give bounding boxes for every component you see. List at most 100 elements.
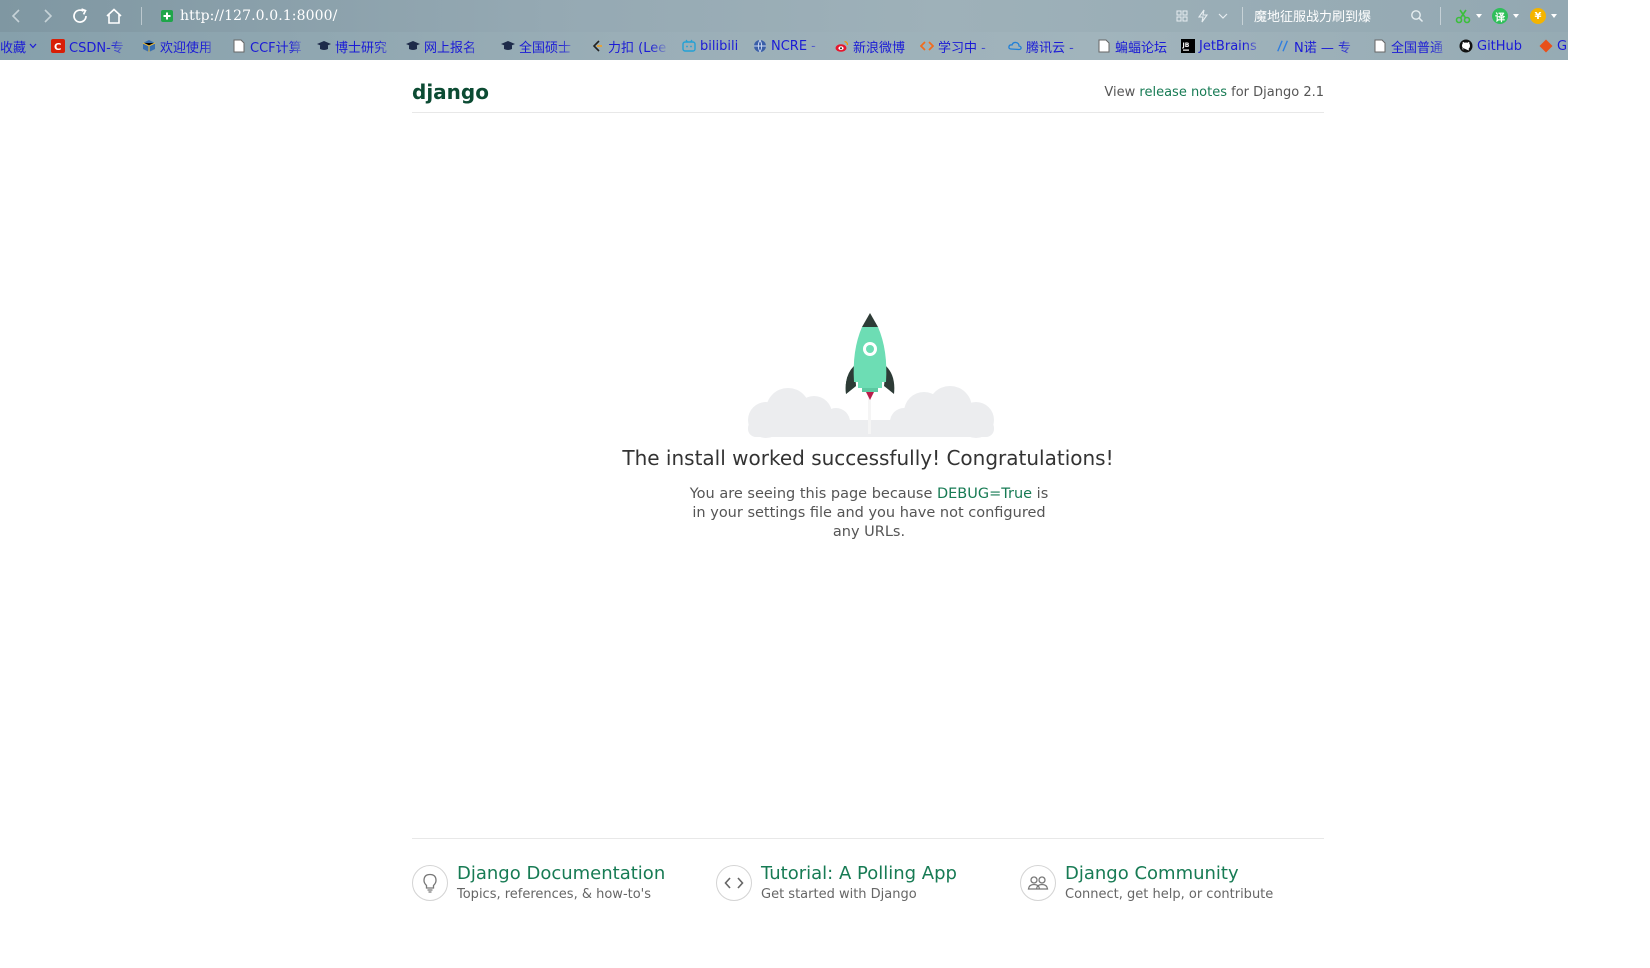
release-suffix: for Django 2.1 bbox=[1227, 85, 1324, 100]
grid-apps-button[interactable] bbox=[1174, 8, 1190, 24]
address-bar[interactable]: http://127.0.0.1:8000/ bbox=[154, 3, 1134, 29]
coin-icon: ¥ bbox=[1530, 8, 1546, 24]
django-documentation-card[interactable]: Django Documentation Topics, references,… bbox=[412, 863, 692, 911]
graduation-cap-icon bbox=[501, 39, 515, 53]
bookmark-nnuo[interactable]: N诺 — 专 bbox=[1276, 37, 1362, 55]
grid-icon bbox=[1176, 10, 1188, 22]
bookmark-label: 全国普通 bbox=[1391, 40, 1444, 56]
django-logo[interactable]: django bbox=[412, 80, 489, 104]
scissors-icon bbox=[1455, 9, 1471, 24]
bookmark-github[interactable]: GitHub bbox=[1459, 37, 1531, 55]
bookmark-welcome[interactable]: 欢迎使用 bbox=[142, 37, 222, 55]
jetbrains-icon: JB bbox=[1181, 39, 1195, 53]
search-button[interactable] bbox=[1409, 8, 1425, 24]
bookmark-label: CSDN-专 bbox=[69, 40, 124, 56]
bookmark-national[interactable]: 全国普通 bbox=[1373, 37, 1451, 55]
people-icon bbox=[1020, 865, 1056, 901]
page-icon bbox=[1097, 39, 1111, 53]
speed-mode-button[interactable] bbox=[1195, 8, 1211, 24]
secure-plus-icon bbox=[161, 10, 173, 22]
bookmark-bilibili[interactable]: bilibili bbox=[682, 37, 746, 55]
bookmark-masters[interactable]: 全国硕士 bbox=[501, 37, 579, 55]
bookmark-label: NCRE - bbox=[771, 38, 816, 54]
graduation-cap-icon bbox=[317, 39, 331, 53]
search-icon bbox=[1411, 10, 1424, 23]
card-subtitle: Topics, references, & how-to's bbox=[457, 887, 652, 902]
bookmark-favorites[interactable]: 收藏 bbox=[0, 37, 44, 55]
card-title[interactable]: Django Community bbox=[1065, 863, 1239, 884]
bookmark-signup[interactable]: 网上报名 bbox=[406, 37, 488, 55]
success-description: You are seeing this page because DEBUG=T… bbox=[688, 485, 1050, 542]
translate-icon: 译 bbox=[1492, 8, 1508, 24]
extension-translate[interactable]: 译 bbox=[1492, 7, 1519, 25]
desc-prefix: You are seeing this page because bbox=[689, 486, 937, 502]
globe-icon bbox=[753, 39, 767, 53]
card-title[interactable]: Tutorial: A Polling App bbox=[761, 863, 957, 884]
cloud-icon bbox=[1008, 39, 1022, 53]
diamond-icon bbox=[1539, 39, 1553, 53]
bookmark-label: 网上报名 bbox=[424, 40, 477, 56]
bookmark-csdn[interactable]: C CSDN-专 bbox=[51, 37, 131, 55]
bookmark-label: 全国硕士 bbox=[519, 40, 572, 56]
release-notes-link[interactable]: release notes bbox=[1139, 85, 1227, 100]
bookmark-label: bilibili bbox=[700, 38, 739, 54]
card-subtitle: Get started with Django bbox=[761, 887, 917, 902]
caret-down-icon bbox=[1476, 14, 1482, 18]
graduation-cap-icon bbox=[406, 39, 420, 53]
bookmark-bat-forum[interactable]: 蝙蝠论坛 bbox=[1097, 37, 1175, 55]
bookmark-label: GitHub bbox=[1477, 38, 1523, 54]
caret-down-icon bbox=[1551, 14, 1557, 18]
bilibili-icon bbox=[682, 39, 696, 53]
release-notes-text: View release notes for Django 2.1 bbox=[1104, 85, 1324, 100]
bookmark-ccf[interactable]: CCF计算 bbox=[232, 37, 308, 55]
extension-scissors[interactable] bbox=[1455, 7, 1482, 25]
toolbar-separator bbox=[1242, 7, 1243, 25]
card-title[interactable]: Django Documentation bbox=[457, 863, 665, 884]
bookmark-label: CCF计算 bbox=[250, 40, 302, 56]
tutorial-card[interactable]: Tutorial: A Polling App Get started with… bbox=[716, 863, 996, 911]
home-button[interactable] bbox=[102, 4, 126, 28]
reload-button[interactable] bbox=[68, 4, 92, 28]
mode-dropdown-button[interactable] bbox=[1215, 8, 1231, 24]
home-icon bbox=[106, 8, 122, 24]
bookmark-ncre[interactable]: NCRE - bbox=[753, 37, 823, 55]
bookmark-phd[interactable]: 博士研究 bbox=[317, 37, 397, 55]
bookmark-label: 学习中 - bbox=[938, 40, 986, 56]
bookmark-study[interactable]: 学习中 - bbox=[920, 37, 996, 55]
rocket-illustration bbox=[744, 310, 996, 438]
bookmark-leetcode[interactable]: 力扣 (Lee bbox=[590, 37, 670, 55]
bookmark-label: 蝙蝠论坛 bbox=[1115, 40, 1168, 56]
bookmark-g[interactable]: G bbox=[1539, 37, 1568, 55]
svg-text:C: C bbox=[54, 42, 61, 53]
page-header: django View release notes for Django 2.1 bbox=[412, 78, 1324, 113]
bookmark-label: 收藏 bbox=[0, 40, 27, 56]
forward-button[interactable] bbox=[36, 4, 60, 28]
svg-text:JB: JB bbox=[1182, 42, 1190, 49]
search-suggestion[interactable]: 魔地征服战力刷到爆 bbox=[1254, 6, 1371, 26]
bookmark-tencent-cloud[interactable]: 腾讯云 - bbox=[1008, 37, 1086, 55]
toolbar-separator bbox=[141, 7, 142, 25]
code-icon bbox=[716, 865, 752, 901]
bookmark-label: G bbox=[1557, 38, 1568, 54]
bookmark-label: 腾讯云 - bbox=[1026, 40, 1074, 56]
page-icon bbox=[232, 39, 246, 53]
chevron-left-icon bbox=[11, 9, 20, 23]
bookmark-weibo[interactable]: 新浪微博 bbox=[835, 37, 915, 55]
bookmark-label: N诺 — 专 bbox=[1294, 40, 1351, 56]
url-text: http://127.0.0.1:8000/ bbox=[180, 8, 338, 24]
back-button[interactable] bbox=[4, 4, 28, 28]
github-icon bbox=[1459, 39, 1473, 53]
debug-setting: DEBUG=True bbox=[936, 486, 1033, 502]
code-bracket-icon bbox=[920, 39, 934, 53]
bookmark-label: 新浪微博 bbox=[853, 40, 906, 56]
page-icon bbox=[1373, 39, 1387, 53]
weibo-icon bbox=[835, 39, 849, 53]
django-community-card[interactable]: Django Community Connect, get help, or c… bbox=[1020, 863, 1320, 911]
browser-toolbar: http://127.0.0.1:8000/ 魔地征服战力刷到爆 译 ¥ bbox=[0, 0, 1568, 32]
bookmark-label: 博士研究 bbox=[335, 40, 388, 56]
caret-down-icon bbox=[29, 43, 37, 49]
extension-coin[interactable]: ¥ bbox=[1530, 7, 1557, 25]
chevron-right-icon bbox=[44, 9, 53, 23]
lightning-icon bbox=[1197, 9, 1209, 23]
bookmark-jetbrains[interactable]: JB JetBrains bbox=[1181, 37, 1265, 55]
